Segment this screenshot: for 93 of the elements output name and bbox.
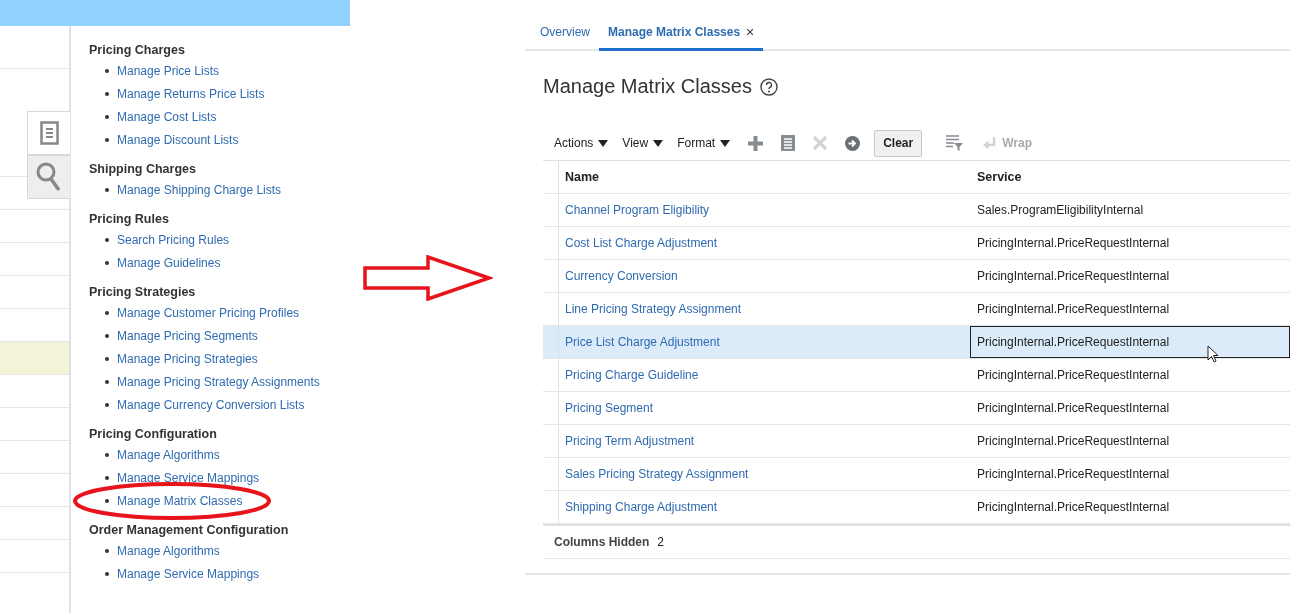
bullet-icon	[105, 475, 109, 480]
name-link[interactable]: Channel Program Eligibility	[565, 203, 710, 217]
section-heading: Shipping Charges	[89, 161, 197, 178]
name-link[interactable]: Cost List Charge Adjustment	[565, 236, 718, 250]
bullet-icon	[105, 114, 109, 119]
name-link[interactable]: Currency Conversion	[565, 269, 678, 283]
tab[interactable]: Overview	[531, 24, 599, 51]
task-link[interactable]: Manage Discount Lists	[117, 132, 239, 147]
table-cell: PricingInternal.PriceRequestInternal	[977, 401, 1170, 415]
task-link[interactable]: Manage Price Lists	[117, 63, 220, 78]
task-link[interactable]: Manage Cost Lists	[117, 109, 217, 124]
bullet-icon	[105, 91, 109, 96]
bullet-icon	[105, 402, 109, 407]
arrow-icon	[363, 255, 493, 301]
search-tab[interactable]	[27, 155, 70, 199]
menu-button[interactable]: Actions	[554, 136, 609, 150]
task-link[interactable]: Manage Service Mappings	[117, 566, 260, 581]
task-link[interactable]: Manage Algorithms	[117, 543, 220, 558]
close-button[interactable]: ×	[746, 24, 755, 40]
bullet-icon	[105, 68, 109, 73]
name-link[interactable]: Shipping Charge Adjustment	[565, 500, 718, 514]
task-link[interactable]: Manage Returns Price Lists	[117, 86, 265, 101]
name-link[interactable]: Sales Pricing Strategy Assignment	[565, 467, 749, 481]
bullet-icon	[105, 498, 109, 503]
document-icon	[39, 121, 59, 145]
caret-icon	[653, 139, 664, 147]
section-heading: Pricing Rules	[89, 211, 170, 228]
help-icon[interactable]	[759, 77, 778, 96]
bullet-icon	[105, 379, 109, 384]
bullet-icon	[105, 452, 109, 457]
section-heading: Order Management Configuration	[89, 522, 290, 539]
column-header[interactable]: Service	[977, 170, 1022, 184]
tasks-tab[interactable]	[27, 111, 70, 155]
task-link[interactable]: Search Pricing Rules	[117, 232, 230, 247]
name-link[interactable]: Line Pricing Strategy Assignment	[565, 302, 742, 316]
return-arrow-icon	[983, 136, 998, 150]
tab-label: Manage Matrix Classes	[608, 25, 741, 39]
task-link[interactable]: Manage Guidelines	[117, 255, 221, 270]
column-header[interactable]: Name	[565, 170, 600, 184]
table-row[interactable]: Currency Conversion PricingInternal.PriceRequestInternal	[543, 260, 1290, 293]
table-row[interactable]: Pricing Term Adjustment PricingInternal.PriceRequestInternal	[543, 425, 1290, 458]
caret-icon	[598, 139, 609, 147]
task-link[interactable]: Manage Customer Pricing Profiles	[117, 305, 300, 320]
footer-value: 2	[657, 535, 665, 549]
bullet-icon	[105, 310, 109, 315]
bullet-icon	[105, 237, 109, 242]
mouse-pointer-icon	[1207, 345, 1219, 363]
table-cell: PricingInternal.PriceRequestInternal	[977, 269, 1170, 283]
task-link[interactable]: Manage Pricing Segments	[117, 328, 258, 343]
task-link[interactable]: Manage Pricing Strategies	[117, 351, 258, 366]
table-row[interactable]: Channel Program Eligibility Sales.ProgramEligibilityInternal	[543, 194, 1290, 227]
name-link[interactable]: Price List Charge Adjustment	[565, 335, 720, 349]
bullet-icon	[105, 356, 109, 361]
task-link[interactable]: Manage Service Mappings	[117, 470, 260, 485]
bullet-icon	[105, 187, 109, 192]
table-row[interactable]: Pricing Charge Guideline PricingInternal.PriceRequestInternal	[543, 359, 1290, 392]
menu-button[interactable]: View	[622, 136, 664, 150]
table-cell: PricingInternal.PriceRequestInternal	[977, 302, 1170, 316]
name-link[interactable]: Pricing Term Adjustment	[565, 434, 695, 448]
table-cell: PricingInternal.PriceRequestInternal	[977, 434, 1170, 448]
task-link[interactable]: Manage Currency Conversion Lists	[117, 397, 305, 412]
caret-icon	[720, 139, 731, 147]
table-cell: PricingInternal.PriceRequestInternal	[977, 236, 1170, 250]
table-cell: PricingInternal.PriceRequestInternal	[977, 335, 1170, 349]
section-heading: Pricing Charges	[89, 42, 186, 59]
bullet-icon	[105, 571, 109, 576]
bullet-icon	[105, 333, 109, 338]
menu-button[interactable]: Format	[677, 136, 731, 150]
section-heading: Pricing Strategies	[89, 284, 197, 301]
clear-button[interactable]: Clear	[874, 129, 923, 157]
task-link[interactable]: Manage Shipping Charge Lists	[117, 182, 282, 197]
name-link[interactable]: Pricing Charge Guideline	[565, 368, 699, 382]
table-row[interactable]: Shipping Charge Adjustment PricingInternal.PriceRequestInternal	[543, 491, 1290, 524]
table-cell: PricingInternal.PriceRequestInternal	[977, 368, 1170, 382]
footer-label: Columns Hidden	[554, 535, 650, 549]
table-cell: PricingInternal.PriceRequestInternal	[977, 467, 1170, 481]
table-row[interactable]: Line Pricing Strategy Assignment PricingInternal.PriceRequestInternal	[543, 293, 1290, 326]
tab[interactable]: Manage Matrix Classes ×	[599, 24, 764, 51]
task-link[interactable]: Manage Algorithms	[117, 447, 220, 462]
name-link[interactable]: Pricing Segment	[565, 401, 654, 415]
tab-label: Overview	[540, 25, 590, 39]
section-heading: Pricing Configuration	[89, 426, 218, 443]
bullet-icon	[105, 260, 109, 265]
table-cell: Sales.ProgramEligibilityInternal	[977, 203, 1144, 217]
bullet-icon	[105, 137, 109, 142]
table-row[interactable]: Sales Pricing Strategy Assignment PricingInternal.PriceRequestInternal	[543, 458, 1290, 491]
table-cell: PricingInternal.PriceRequestInternal	[977, 500, 1170, 514]
search-icon	[36, 162, 62, 192]
table-row[interactable]: Cost List Charge Adjustment PricingInternal.PriceRequestInternal	[543, 227, 1290, 260]
bullet-icon	[105, 548, 109, 553]
page-title: Manage Matrix Classes	[543, 75, 752, 98]
task-link[interactable]: Manage Pricing Strategy Assignments	[117, 374, 320, 389]
table-row[interactable]: Pricing Segment PricingInternal.PriceRequestInternal	[543, 392, 1290, 425]
